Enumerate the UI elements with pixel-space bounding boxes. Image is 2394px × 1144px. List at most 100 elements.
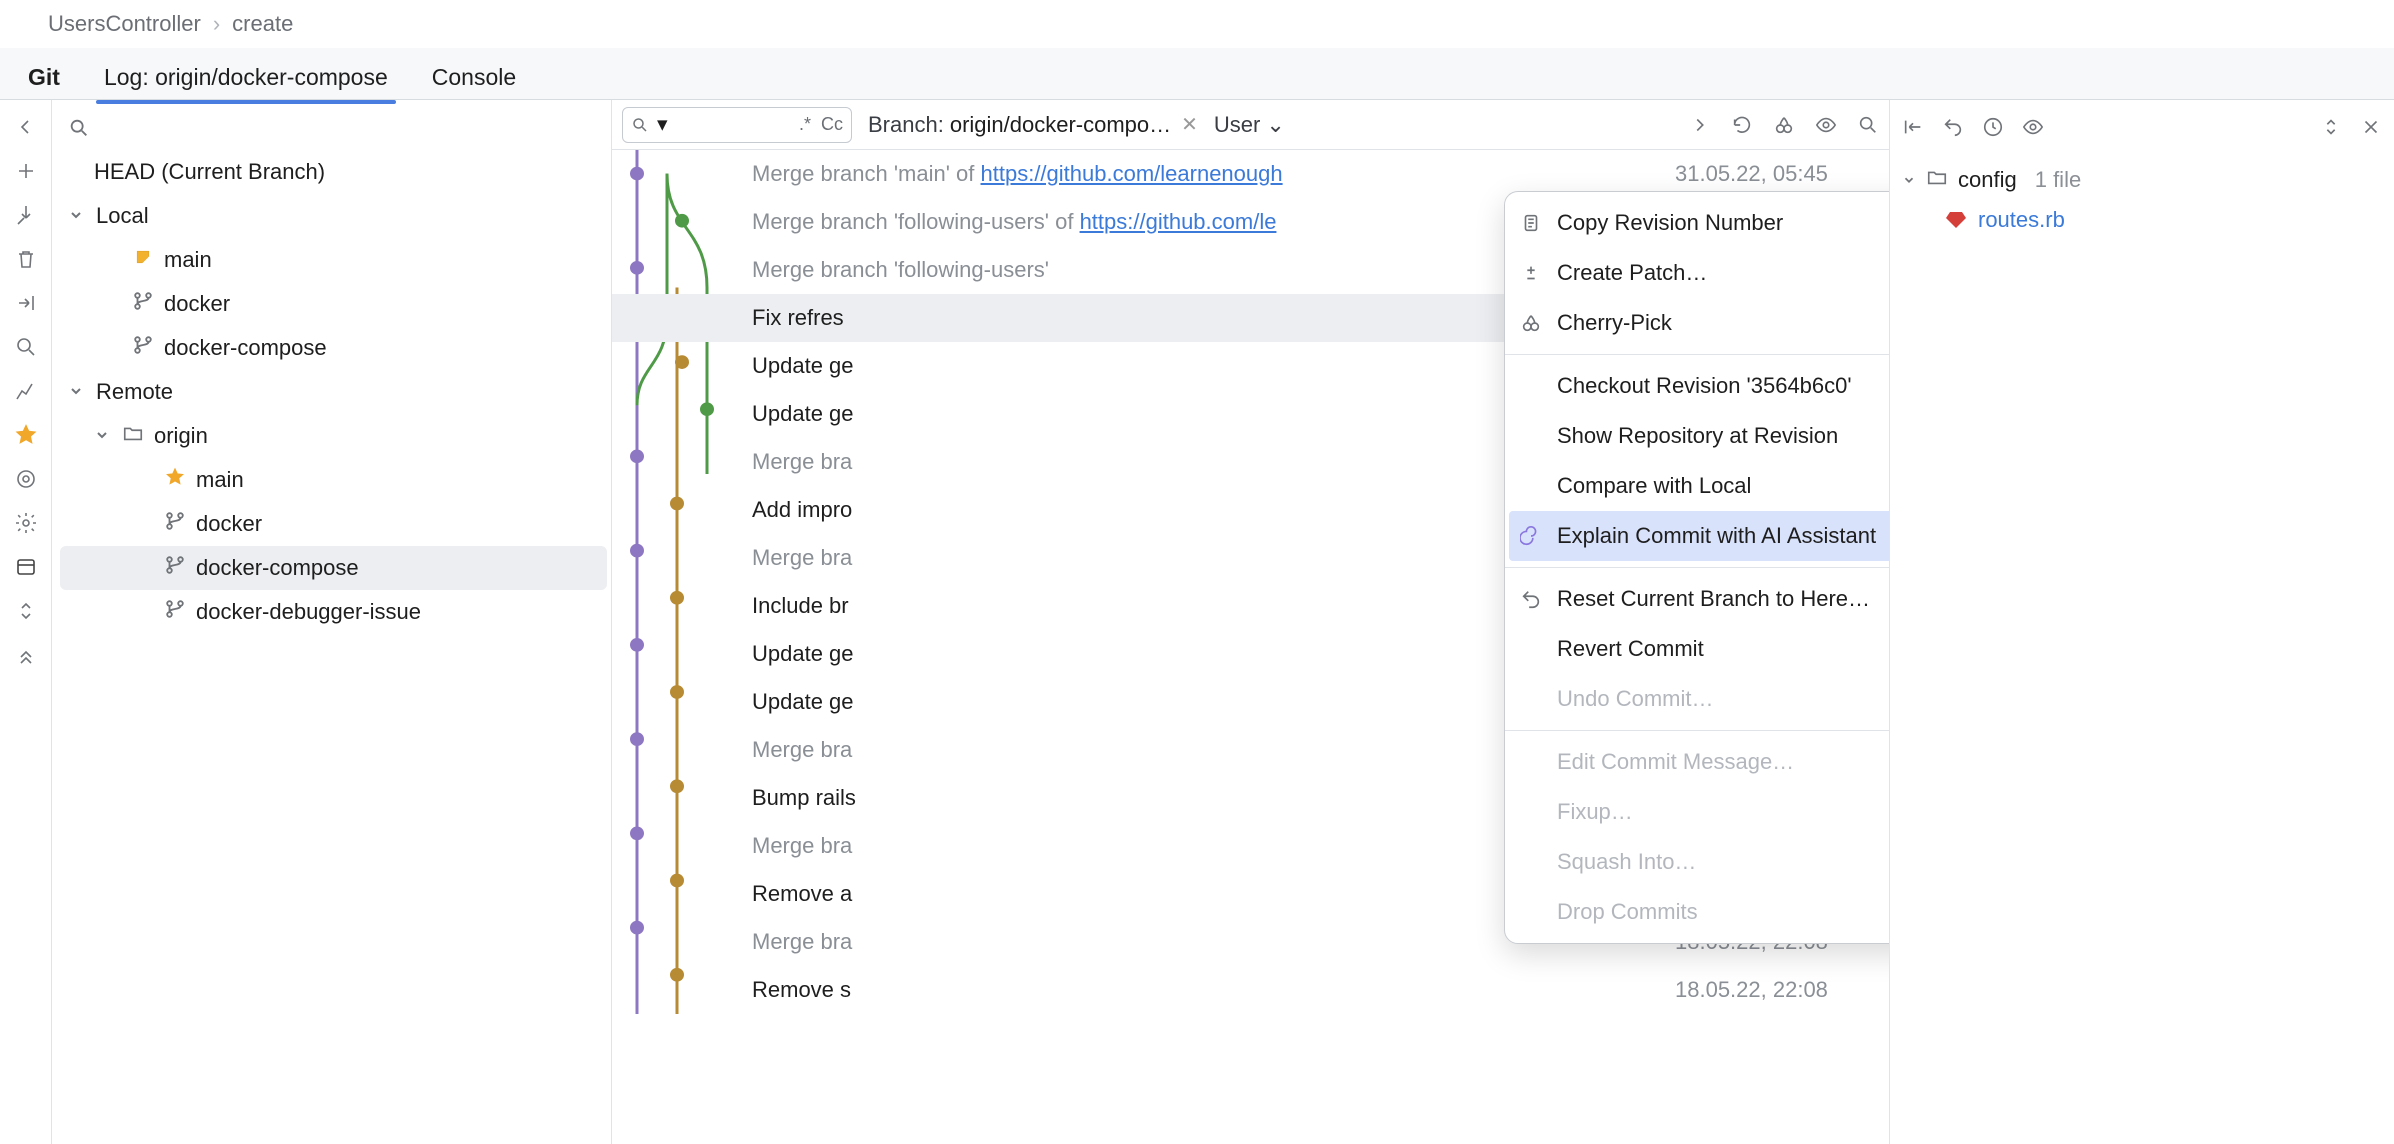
plus-minus-icon bbox=[1519, 261, 1543, 285]
gear-icon[interactable] bbox=[13, 510, 39, 536]
branch-icon bbox=[164, 554, 186, 582]
ctx-revert[interactable]: Revert Commit bbox=[1505, 624, 1890, 674]
git-workspace: HEAD (Current Branch) Local main docker … bbox=[0, 100, 2394, 1144]
file-count: 1 file bbox=[2035, 167, 2081, 193]
ctx-label: Explain Commit with AI Assistant bbox=[1557, 523, 1876, 549]
ctx-explain-ai[interactable]: Explain Commit with AI Assistant bbox=[1509, 511, 1890, 561]
blank-icon bbox=[1519, 687, 1543, 711]
eye-icon[interactable] bbox=[2022, 116, 2044, 144]
ctx-checkout-revision[interactable]: Checkout Revision '3564b6c0' bbox=[1505, 361, 1890, 411]
close-icon[interactable]: ✕ bbox=[1181, 112, 1198, 137]
ctx-label: Compare with Local bbox=[1557, 473, 1751, 499]
ctx-label: Copy Revision Number bbox=[1557, 210, 1783, 236]
commit-timestamp: 18.05.22, 22:08 bbox=[1675, 977, 1875, 1003]
ctx-label: Show Repository at Revision bbox=[1557, 423, 1838, 449]
commit-timestamp: 31.05.22, 05:45 bbox=[1675, 161, 1875, 187]
branch-local-docker-compose[interactable]: docker-compose bbox=[60, 326, 607, 370]
ctx-label: Squash Into… bbox=[1557, 849, 1696, 875]
log-search-input[interactable]: ▾ .* Cc bbox=[622, 107, 852, 143]
blank-icon bbox=[1519, 750, 1543, 774]
ctx-label: Revert Commit bbox=[1557, 636, 1704, 662]
branch-filter[interactable]: Branch: origin/docker-compo… ✕ bbox=[868, 112, 1198, 138]
sort-icon[interactable] bbox=[13, 598, 39, 624]
search-icon[interactable] bbox=[1857, 114, 1879, 136]
chevron-down-icon: ⌄ bbox=[1266, 112, 1284, 138]
branch-group-local[interactable]: Local bbox=[60, 194, 607, 238]
tab-console[interactable]: Console bbox=[410, 58, 538, 103]
ctx-cherry-pick[interactable]: Cherry-Pick bbox=[1505, 298, 1890, 348]
ctx-compare-local[interactable]: Compare with Local bbox=[1505, 461, 1890, 511]
close-icon[interactable] bbox=[2360, 116, 2382, 144]
cherry-pick-icon[interactable] bbox=[1773, 114, 1795, 136]
trash-icon[interactable] bbox=[13, 246, 39, 272]
ctx-show-repo[interactable]: Show Repository at Revision bbox=[1505, 411, 1890, 461]
target-icon[interactable] bbox=[13, 466, 39, 492]
branch-icon bbox=[164, 598, 186, 626]
branch-origin-docker-compose[interactable]: docker-compose bbox=[60, 546, 607, 590]
remote-label: Remote bbox=[96, 379, 173, 405]
branch-filter-label: Branch: bbox=[868, 112, 944, 138]
history-icon[interactable] bbox=[1982, 116, 2004, 144]
changed-files-tree: config 1 file routes.rb bbox=[1902, 160, 2382, 240]
ctx-copy-revision[interactable]: Copy Revision Number ⌥⇧⌘C bbox=[1505, 198, 1890, 248]
branches-search[interactable] bbox=[60, 112, 607, 144]
plus-icon[interactable] bbox=[13, 158, 39, 184]
star-icon[interactable] bbox=[13, 422, 39, 448]
ai-spiral-icon bbox=[1519, 524, 1543, 548]
branch-icon bbox=[164, 510, 186, 538]
undo-icon bbox=[1519, 587, 1543, 611]
chevron-down-icon[interactable]: ▾ bbox=[657, 112, 667, 137]
fetch-icon[interactable] bbox=[13, 202, 39, 228]
chevron-right-icon[interactable] bbox=[1689, 114, 1711, 136]
ruby-icon bbox=[1944, 208, 1968, 232]
branch-label: docker-compose bbox=[164, 335, 327, 361]
back-arrow-icon[interactable] bbox=[13, 114, 39, 140]
push-icon[interactable] bbox=[13, 290, 39, 316]
ctx-label: Fixup… bbox=[1557, 799, 1633, 825]
refresh-icon[interactable] bbox=[1731, 114, 1753, 136]
branch-head[interactable]: HEAD (Current Branch) bbox=[60, 150, 607, 194]
blank-icon bbox=[1519, 900, 1543, 924]
user-filter[interactable]: User ⌄ bbox=[1214, 112, 1285, 138]
undo-icon[interactable] bbox=[1942, 116, 1964, 144]
expand-icon[interactable] bbox=[2320, 116, 2342, 144]
ctx-reset-branch[interactable]: Reset Current Branch to Here… bbox=[1505, 574, 1890, 624]
blank-icon bbox=[1519, 424, 1543, 448]
breadcrumb-seg-1[interactable]: UsersController bbox=[48, 11, 201, 37]
ctx-fixup: Fixup… bbox=[1505, 787, 1890, 837]
ctx-label: Reset Current Branch to Here… bbox=[1557, 586, 1870, 612]
file-tree-folder[interactable]: config 1 file bbox=[1902, 160, 2382, 200]
branch-origin-docker-debugger-issue[interactable]: docker-debugger-issue bbox=[60, 590, 607, 634]
commit-link[interactable]: https://github.com/learnenough bbox=[981, 161, 1283, 186]
branch-group-remote[interactable]: Remote bbox=[60, 370, 607, 414]
branch-local-main[interactable]: main bbox=[60, 238, 607, 282]
search-icon[interactable] bbox=[13, 334, 39, 360]
collapse-icon[interactable] bbox=[13, 642, 39, 668]
graph-line-icon[interactable] bbox=[13, 378, 39, 404]
ctx-edit-message: Edit Commit Message… F2 bbox=[1505, 737, 1890, 787]
breadcrumb: UsersController › create bbox=[0, 0, 2394, 48]
layout-icon[interactable] bbox=[13, 554, 39, 580]
eye-icon[interactable] bbox=[1815, 114, 1837, 136]
tab-log[interactable]: Log: origin/docker-compose bbox=[82, 58, 410, 103]
commit-row[interactable]: Remove s18.05.22, 22:08 bbox=[612, 966, 1889, 1014]
regex-toggle[interactable]: .* bbox=[799, 114, 811, 135]
ctx-create-patch[interactable]: Create Patch… bbox=[1505, 248, 1890, 298]
ctx-drop: Drop Commits bbox=[1505, 887, 1890, 937]
commit-link[interactable]: https://github.com/le bbox=[1080, 209, 1277, 234]
case-toggle[interactable]: Cc bbox=[821, 114, 843, 135]
branch-local-docker[interactable]: docker bbox=[60, 282, 607, 326]
branch-icon bbox=[132, 334, 154, 362]
pull-arrow-icon[interactable] bbox=[1902, 116, 1924, 144]
breadcrumb-seg-2[interactable]: create bbox=[232, 11, 293, 37]
tab-git[interactable]: Git bbox=[6, 58, 82, 103]
branch-remote-origin[interactable]: origin bbox=[60, 414, 607, 458]
file-tree-item[interactable]: routes.rb bbox=[1902, 200, 2382, 240]
branch-filter-value: origin/docker-compo… bbox=[950, 112, 1171, 138]
branch-origin-main[interactable]: main bbox=[60, 458, 607, 502]
tool-window-tabs: Git Log: origin/docker-compose Console bbox=[0, 48, 2394, 100]
branch-origin-docker[interactable]: docker bbox=[60, 502, 607, 546]
cherry-icon bbox=[1519, 311, 1543, 335]
menu-separator bbox=[1505, 354, 1890, 355]
clipboard-icon bbox=[1519, 211, 1543, 235]
